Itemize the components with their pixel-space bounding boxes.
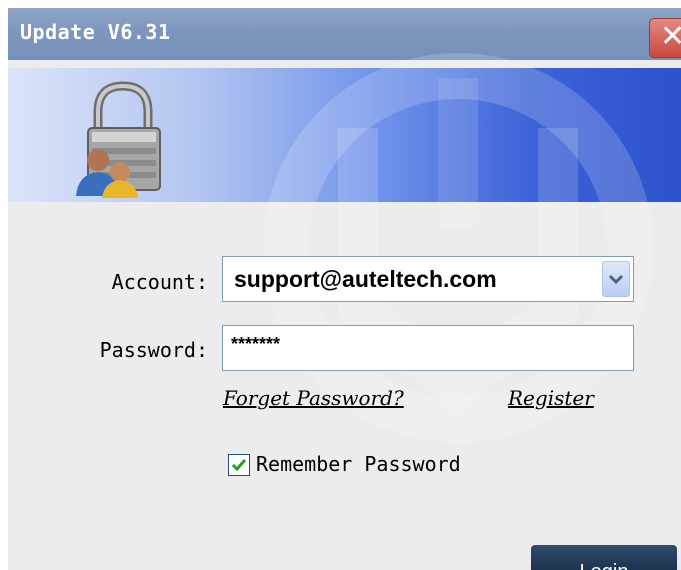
checkmark-icon [231, 459, 247, 472]
login-dialog: Update V6.31 ✕ Account: support@auteltec… [8, 8, 681, 570]
password-field[interactable]: ******* [222, 325, 634, 371]
password-label: Password: [99, 338, 208, 362]
title-bar[interactable]: Update V6.31 ✕ [8, 8, 681, 60]
close-icon: ✕ [660, 19, 681, 54]
login-button[interactable]: Login [531, 545, 677, 570]
close-button[interactable]: ✕ [649, 18, 681, 58]
account-label: Account: [111, 270, 208, 294]
forget-password-link[interactable]: Forget Password? [223, 386, 404, 410]
lock-users-icon [76, 81, 161, 198]
account-value[interactable]: support@auteltech.com [234, 266, 497, 293]
window-title: Update V6.31 [20, 20, 171, 44]
remember-password-checkbox[interactable] [228, 454, 250, 476]
account-dropdown-button[interactable] [602, 261, 630, 297]
register-link[interactable]: Register [508, 386, 594, 410]
account-combobox[interactable]: support@auteltech.com [222, 256, 634, 302]
remember-password-label: Remember Password [256, 452, 461, 476]
password-value[interactable]: ******* [231, 334, 280, 355]
chevron-down-icon [608, 274, 624, 285]
